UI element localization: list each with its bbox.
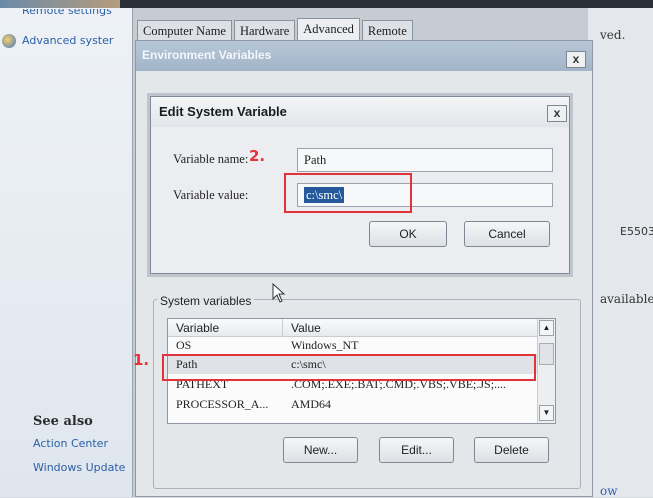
see-also-heading: See also [33, 414, 93, 429]
scroll-up-button[interactable]: ▲ [539, 320, 554, 336]
annotation-step-two: 2. [249, 147, 266, 165]
edit-dialog-titlebar: Edit System Variable [151, 97, 569, 127]
close-button[interactable]: x [566, 51, 586, 68]
column-header-value[interactable]: Value [291, 321, 321, 335]
action-center-link[interactable]: Action Center [33, 437, 108, 450]
windows-update-link[interactable]: Windows Update [33, 461, 127, 474]
tab-advanced[interactable]: Advanced [297, 18, 360, 42]
variable-value: Windows_NT [291, 338, 359, 352]
system-info-panel [588, 8, 653, 497]
variable-value: AMD64 [291, 397, 332, 411]
variable-name: PROCESSOR_A... [176, 397, 269, 411]
system-info-text: ved. [600, 28, 626, 42]
ok-button[interactable]: OK [369, 221, 447, 247]
close-button[interactable]: x [547, 105, 567, 122]
system-info-text: available [600, 292, 653, 306]
system-info-link[interactable]: ow [600, 484, 618, 498]
environment-variables-titlebar: Environment Variables [136, 41, 592, 71]
tab-hardware[interactable]: Hardware [233, 20, 296, 42]
annotation-step-one: 1. [133, 351, 150, 369]
list-header: Variable Value [168, 319, 538, 337]
table-row[interactable]: PROCESSOR_A... AMD64 [168, 394, 538, 414]
delete-variable-button[interactable]: Delete [474, 437, 549, 463]
edit-dialog-title: Edit System Variable [159, 104, 287, 119]
tab-computer-name[interactable]: Computer Name [137, 20, 232, 42]
annotation-box-path-row [162, 354, 536, 381]
cancel-button[interactable]: Cancel [464, 221, 550, 247]
system-properties-tabs: Computer Name Hardware Advanced Remote [137, 18, 415, 42]
remote-settings-link[interactable]: Remote settings [22, 9, 132, 17]
edit-variable-button[interactable]: Edit... [379, 437, 454, 463]
system-info-text: E5503 [620, 225, 653, 238]
shield-icon [2, 34, 16, 48]
column-header-variable[interactable]: Variable [176, 321, 219, 335]
vertical-scrollbar[interactable]: ▲ ▼ [537, 319, 555, 423]
dialog-title: Environment Variables [142, 48, 272, 62]
scroll-thumb[interactable] [539, 343, 554, 365]
header-image [0, 0, 120, 8]
column-divider [282, 319, 283, 337]
new-variable-button[interactable]: New... [283, 437, 358, 463]
annotation-box-value-field [284, 173, 412, 213]
variable-name-label: Variable name: [173, 152, 249, 166]
mouse-cursor-icon [272, 283, 286, 303]
variable-name-field[interactable]: Path [297, 148, 553, 172]
variable-name: OS [176, 338, 192, 352]
advanced-system-settings-link[interactable]: Advanced syster [22, 34, 120, 47]
variable-value-label: Variable value: [173, 188, 249, 202]
tab-remote[interactable]: Remote [361, 20, 413, 42]
table-row[interactable]: OS Windows_NT [168, 338, 538, 352]
scroll-down-button[interactable]: ▼ [539, 405, 554, 421]
system-variables-label: System variables [157, 294, 255, 308]
